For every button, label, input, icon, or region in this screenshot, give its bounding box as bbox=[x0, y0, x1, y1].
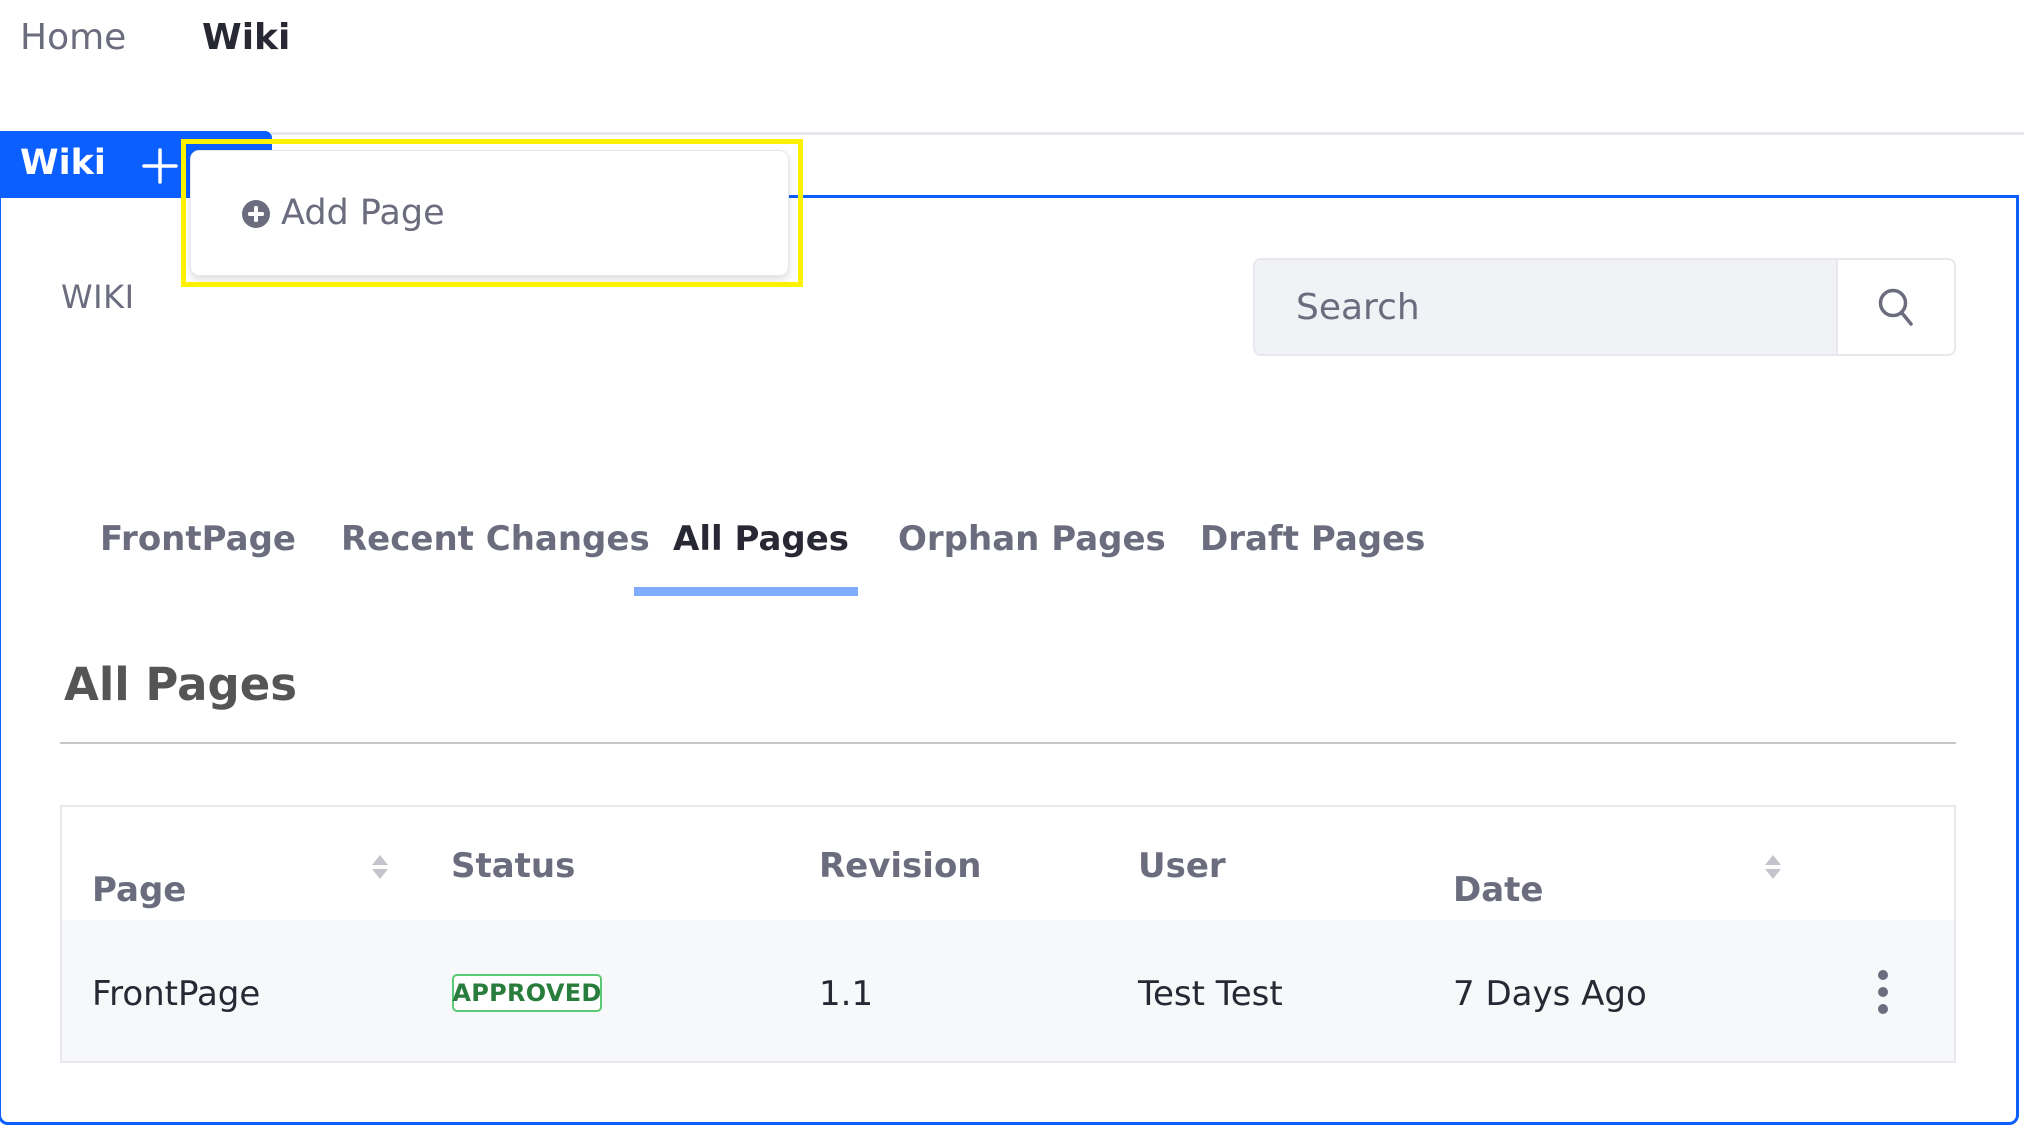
tab-draft-pages[interactable]: Draft Pages bbox=[1200, 522, 1425, 556]
column-header-page[interactable]: Page bbox=[92, 873, 186, 907]
plus-circle-icon bbox=[242, 199, 270, 228]
column-header-date[interactable]: Date bbox=[1453, 873, 1543, 907]
cell-revision: 1.1 bbox=[819, 974, 874, 1014]
nav-wiki-link[interactable]: Wiki bbox=[202, 20, 290, 56]
sort-icon bbox=[372, 855, 388, 879]
active-tab-indicator bbox=[634, 587, 858, 596]
tab-all-pages[interactable]: All Pages bbox=[673, 522, 849, 556]
sort-icon bbox=[1765, 855, 1781, 879]
cell-date: 7 Days Ago bbox=[1453, 974, 1647, 1014]
cell-user: Test Test bbox=[1138, 974, 1283, 1014]
tab-recent-changes[interactable]: Recent Changes bbox=[341, 522, 650, 556]
add-page-menu-item[interactable]: Add Page bbox=[241, 196, 445, 231]
add-page-label: Add Page bbox=[281, 193, 445, 233]
row-actions-button[interactable] bbox=[1870, 968, 1896, 1016]
search-input[interactable] bbox=[1255, 260, 1836, 354]
search-bar bbox=[1253, 258, 1956, 356]
column-header-revision: Revision bbox=[819, 846, 982, 886]
search-button[interactable] bbox=[1836, 260, 1954, 354]
wiki-portlet-title: Wiki bbox=[20, 143, 106, 183]
kebab-menu-icon bbox=[1878, 970, 1888, 1014]
tab-frontpage[interactable]: FrontPage bbox=[100, 522, 296, 556]
heading-divider bbox=[60, 742, 1956, 744]
sort-page-button[interactable] bbox=[371, 853, 389, 881]
page-title: All Pages bbox=[64, 658, 297, 711]
section-label: WIKI bbox=[61, 278, 135, 316]
sort-date-button[interactable] bbox=[1764, 853, 1782, 881]
add-button[interactable] bbox=[141, 147, 179, 185]
plus-icon bbox=[142, 148, 178, 184]
column-header-status: Status bbox=[451, 846, 576, 886]
nav-home-link[interactable]: Home bbox=[20, 20, 126, 56]
status-badge: APPROVED bbox=[452, 974, 602, 1012]
tab-orphan-pages[interactable]: Orphan Pages bbox=[898, 522, 1166, 556]
table-row bbox=[62, 920, 1954, 1061]
column-header-user: User bbox=[1138, 846, 1226, 886]
cell-page-link[interactable]: FrontPage bbox=[92, 977, 260, 1011]
top-divider bbox=[271, 132, 2024, 135]
search-icon bbox=[1878, 288, 1913, 326]
